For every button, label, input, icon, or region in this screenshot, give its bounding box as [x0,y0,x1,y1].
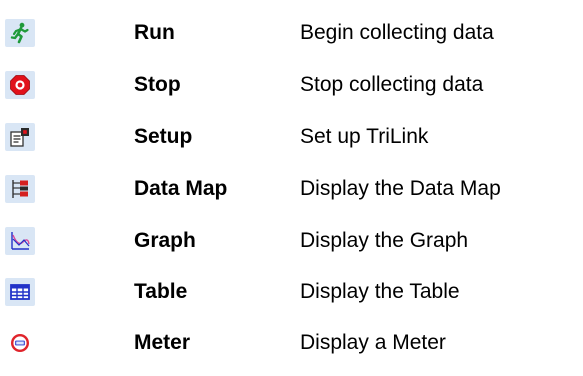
run-button[interactable] [5,19,35,47]
data-map-icon [12,180,28,198]
legend-row-stop: Stop Stop collecting data [0,65,583,105]
legend-row-meter: Meter Display a Meter [0,323,583,363]
table-button[interactable] [5,278,35,306]
run-description: Begin collecting data [300,21,494,44]
legend-row-data-map: Data Map Display the Data Map [0,169,583,209]
toolbar-legend: Run Begin collecting data Stop Stop coll… [0,0,583,376]
meter-label: Meter [134,331,191,354]
data-map-description: Display the Data Map [300,177,501,200]
meter-description: Display a Meter [300,331,446,354]
legend-row-setup: Setup Set up TriLink [0,117,583,157]
table-description: Display the Table [300,280,460,303]
stop-button[interactable] [5,71,35,99]
setup-button[interactable] [5,123,35,151]
graph-label: Graph [134,229,196,252]
legend-row-graph: Graph Display the Graph [0,221,583,261]
meter-icon [11,334,29,352]
setup-description: Set up TriLink [300,125,429,148]
run-icon [10,22,29,44]
stop-icon [10,75,30,95]
meter-button[interactable] [5,329,35,357]
table-icon [10,284,30,300]
run-label: Run [134,21,175,44]
data-map-label: Data Map [134,177,228,200]
table-label: Table [134,280,188,303]
graph-button[interactable] [5,227,35,255]
data-map-button[interactable] [5,175,35,203]
legend-row-run: Run Begin collecting data [0,13,583,53]
setup-label: Setup [134,125,193,148]
stop-description: Stop collecting data [300,73,484,96]
graph-icon [11,232,30,250]
legend-row-table: Table Display the Table [0,272,583,312]
setup-icon [10,128,29,147]
stop-label: Stop [134,73,181,96]
graph-description: Display the Graph [300,229,469,252]
